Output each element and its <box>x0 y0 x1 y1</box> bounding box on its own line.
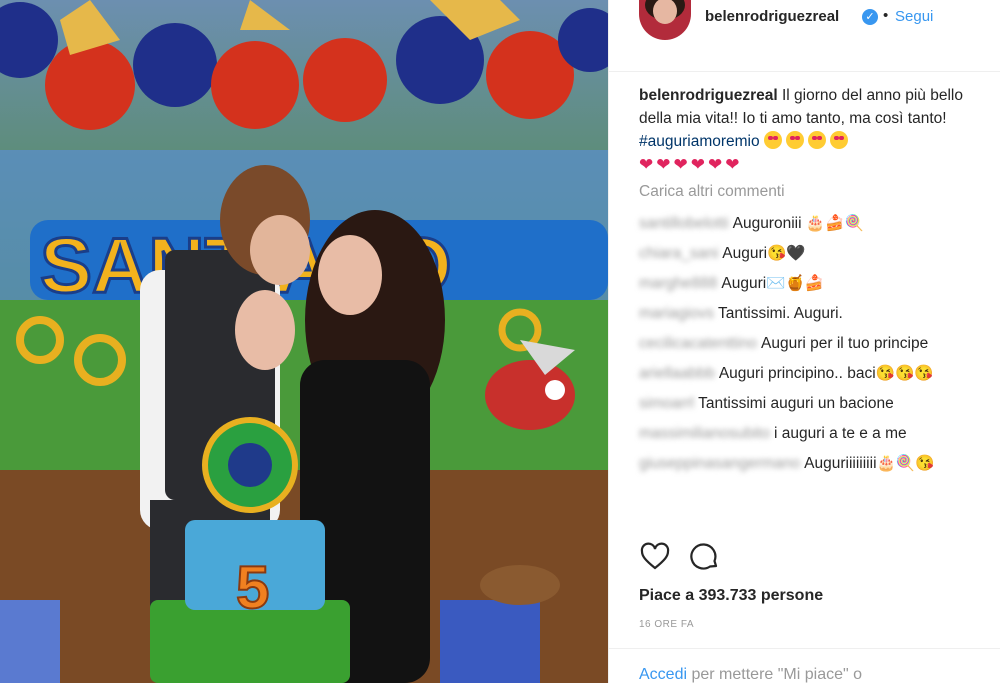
post-sidebar: belenrodriguezreal ✓ • Segui belenrodrig… <box>608 0 1000 683</box>
heart-icon[interactable] <box>639 541 673 575</box>
comment-text: Auguri✉️🍯🍰 <box>721 275 825 292</box>
post-caption: belenrodriguezreal Il giorno del anno pi… <box>639 84 979 177</box>
comment: santillobelotti Auguroniii 🎂🍰🍭 <box>639 213 984 234</box>
comment-text: Tantissimi. Auguri. <box>717 305 843 322</box>
follow-button[interactable]: Segui <box>895 8 933 25</box>
likes-count[interactable]: Piace a 393.733 persone <box>639 587 823 605</box>
avatar[interactable] <box>639 0 691 40</box>
comment: ariellaabbb Auguri principino.. baci😘😘😘 <box>639 363 984 384</box>
comment-text: Auguri per il tuo principe <box>761 335 929 352</box>
comments-list: santillobelotti Auguroniii 🎂🍰🍭 chiara_san… <box>639 213 984 483</box>
comment-icon[interactable] <box>689 541 723 575</box>
separator-dot: • <box>883 7 889 24</box>
comment: mariagiovs Tantissimi. Auguri. <box>639 303 984 324</box>
comment: giuseppinasangermano Auguriiiiiiiii🎂🍭😘 <box>639 453 984 474</box>
comment-username[interactable]: mariagiovs <box>639 303 714 324</box>
post-timestamp[interactable]: 16 ORE FA <box>639 619 694 630</box>
comment-username[interactable]: massimilianosubito <box>639 423 770 444</box>
comment-text: Auguri principino.. baci😘😘😘 <box>718 365 934 382</box>
login-prompt: Accedi per mettere "Mi piace" o <box>639 666 862 684</box>
comment: massimilianosubito i auguri a te e a me <box>639 423 984 444</box>
comment-text: i auguri a te e a me <box>773 425 907 442</box>
comment: cecilicacatenttino Auguri per il tuo prin… <box>639 333 984 354</box>
comment-username[interactable]: santillobelotti <box>639 213 729 234</box>
login-prompt-text: per mettere "Mi piace" o <box>691 666 863 683</box>
party-scene-image: SANTIAGO <box>0 0 608 683</box>
comment-username[interactable]: giuseppinasangermano <box>639 453 800 474</box>
comment: marghe888 Auguri✉️🍯🍰 <box>639 273 984 294</box>
comment: simoarrl Tantissimi auguri un bacione <box>639 393 984 414</box>
comment-username[interactable]: simoarrl <box>639 393 694 414</box>
caption-username[interactable]: belenrodriguezreal <box>639 87 778 104</box>
post-header: belenrodriguezreal ✓ • Segui <box>609 0 1000 72</box>
comment-username[interactable]: chiara_sani <box>639 243 718 264</box>
caption-hashtag[interactable]: #auguriamoremio <box>639 133 760 150</box>
heart-eyes-emoji-icon <box>763 131 852 150</box>
comment-text: Auguroniii 🎂🍰🍭 <box>732 215 864 232</box>
username-link[interactable]: belenrodriguezreal <box>705 8 839 25</box>
cake-number: 5 <box>236 554 269 621</box>
comment-username[interactable]: ariellaabbb <box>639 363 715 384</box>
verified-badge-icon: ✓ <box>862 9 878 25</box>
load-more-comments[interactable]: Carica altri commenti <box>639 183 785 201</box>
comment-text: Auguriiiiiiiii🎂🍭😘 <box>804 455 935 472</box>
comment: chiara_sani Auguri😘🖤 <box>639 243 984 264</box>
comment-username[interactable]: cecilicacatenttino <box>639 333 757 354</box>
post-photo[interactable]: SANTIAGO <box>0 0 608 683</box>
login-footer: Accedi per mettere "Mi piace" o <box>609 648 1000 683</box>
login-link[interactable]: Accedi <box>639 666 687 683</box>
red-hearts-icon: ❤ ❤ ❤ ❤ ❤ ❤ <box>639 155 740 174</box>
comment-text: Tantissimi auguri un bacione <box>698 395 894 412</box>
comment-text: Auguri😘🖤 <box>722 245 806 262</box>
comment-username[interactable]: marghe888 <box>639 273 717 294</box>
